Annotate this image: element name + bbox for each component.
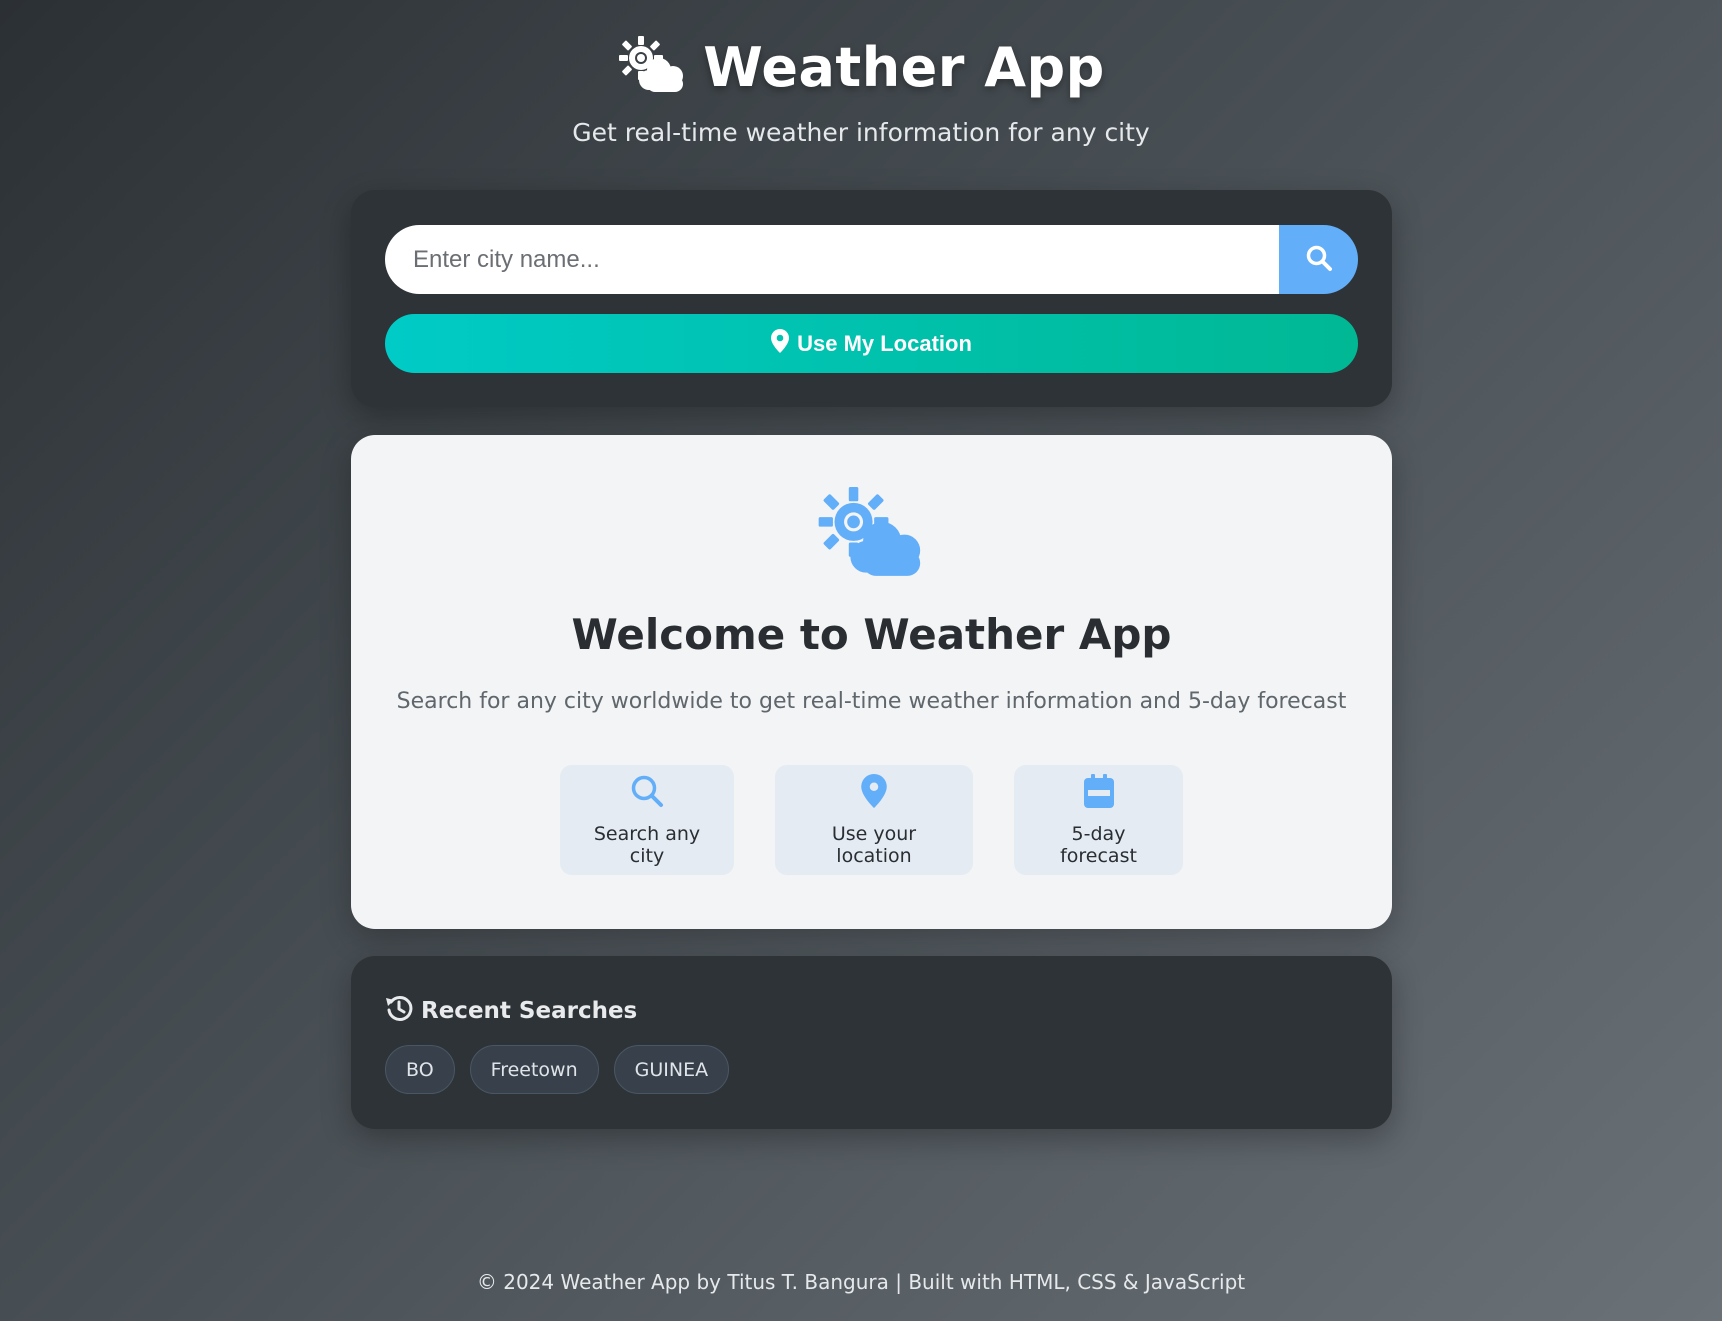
feature-search-any-city[interactable]: Search any city xyxy=(560,765,734,875)
use-my-location-button[interactable]: Use My Location xyxy=(385,314,1358,373)
recent-searches-heading: Recent Searches xyxy=(385,994,637,1028)
use-my-location-label: Use My Location xyxy=(797,330,972,356)
feature-label: Search any city xyxy=(593,822,701,867)
map-pin-icon xyxy=(861,773,887,813)
feature-list: Search any city Use your location 5-day … xyxy=(351,765,1392,875)
map-pin-icon xyxy=(771,328,790,359)
feature-label: 5-day forecast xyxy=(1060,822,1137,867)
calendar-icon xyxy=(1083,773,1114,813)
welcome-title: Welcome to Weather App xyxy=(571,610,1172,659)
city-search-input[interactable] xyxy=(385,225,1279,294)
search-card: Use My Location xyxy=(351,190,1392,407)
search-button[interactable] xyxy=(1279,225,1358,294)
welcome-description: Search for any city worldwide to get rea… xyxy=(396,689,1347,714)
feature-5-day-forecast[interactable]: 5-day forecast xyxy=(1014,765,1183,875)
recent-search-chip[interactable]: BO xyxy=(385,1045,455,1094)
footer-text: © 2024 Weather App by Titus T. Bangura |… xyxy=(476,1270,1246,1294)
search-icon xyxy=(630,774,664,813)
feature-use-your-location[interactable]: Use your location xyxy=(775,765,973,875)
sun-cloud-icon xyxy=(814,487,928,583)
recent-search-chip[interactable]: GUINEA xyxy=(613,1045,730,1094)
sun-cloud-icon xyxy=(617,36,687,98)
title-row: Weather App xyxy=(0,32,1722,102)
history-icon xyxy=(385,994,413,1028)
welcome-card: Welcome to Weather App Search for any ci… xyxy=(351,435,1392,929)
search-row xyxy=(385,225,1358,294)
page-subtitle: Get real-time weather information for an… xyxy=(572,118,1150,147)
recent-searches-title: Recent Searches xyxy=(421,998,638,1024)
recent-search-list: BO Freetown GUINEA xyxy=(385,1045,730,1094)
search-icon xyxy=(1305,244,1333,275)
recent-searches-card: Recent Searches BO Freetown GUINEA xyxy=(351,956,1392,1129)
recent-search-chip[interactable]: Freetown xyxy=(469,1045,599,1094)
app-header: Weather App Get real-time weather inform… xyxy=(0,32,1722,148)
page-title: Weather App xyxy=(703,35,1105,99)
feature-label: Use your location xyxy=(831,822,917,867)
